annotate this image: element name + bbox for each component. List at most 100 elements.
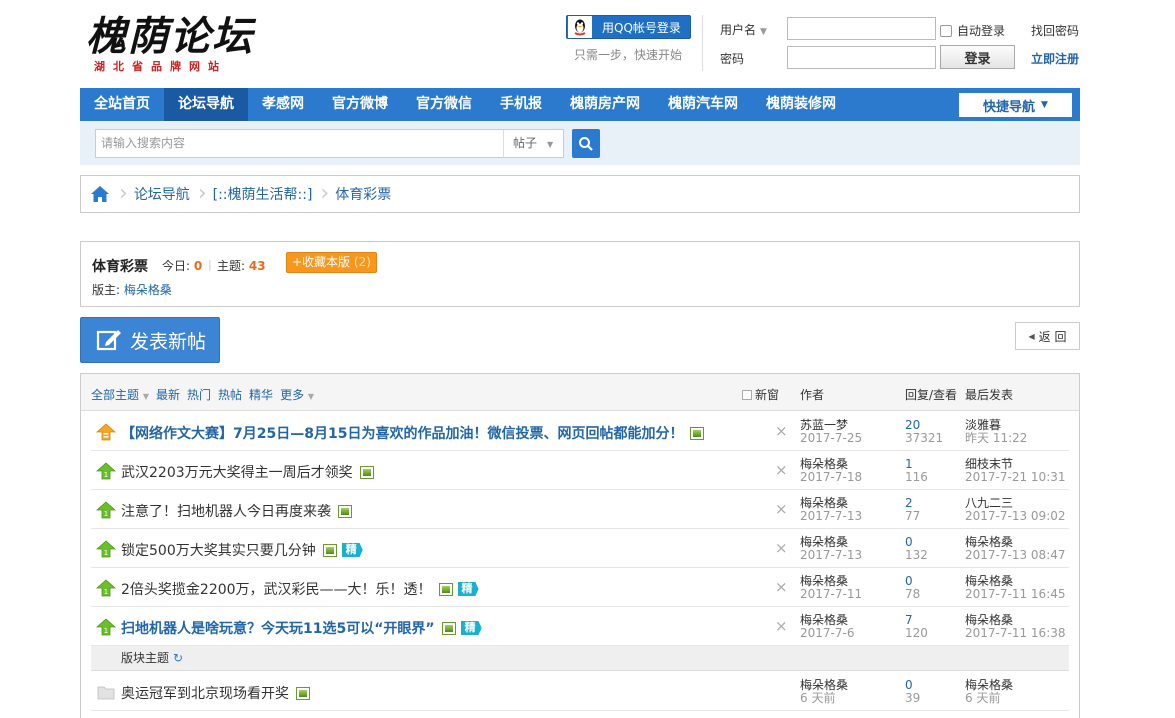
author-link[interactable]: 梅朵格桑: [800, 613, 848, 627]
breadcrumb-forum-nav[interactable]: 论坛导航: [134, 184, 190, 204]
back-button[interactable]: ◀ 返 回: [1015, 322, 1080, 350]
filter-more[interactable]: 更多 ▼: [280, 386, 314, 403]
thread-title-text[interactable]: 注意了！扫地机器人今日再度来袭: [121, 501, 331, 521]
breadcrumb-life-help[interactable]: [::槐荫生活帮::]: [213, 184, 313, 204]
thread-title[interactable]: 注意了！扫地机器人今日再度来袭: [121, 501, 352, 521]
table-row[interactable]: 奥运冠军到北京现场看开奖 梅朵格桑 6 天前 0 39 梅朵格桑 6 天前: [91, 672, 1069, 711]
thread-title[interactable]: 奥运冠军到北京现场看开奖: [121, 683, 310, 703]
author-link[interactable]: 梅朵格桑: [800, 574, 848, 588]
author-link[interactable]: 苏蓝一梦: [800, 418, 848, 432]
thread-title[interactable]: 【网络作文大赛】7月25日—8月15日为喜欢的作品加油！微信投票、网页回帖都能加…: [121, 423, 705, 443]
thread-title-text[interactable]: 锁定500万大奖其实只要几分钟: [121, 540, 316, 560]
nav-item-decor[interactable]: 槐荫装修网: [752, 88, 850, 121]
filter-hot-posts[interactable]: 热帖: [218, 386, 242, 403]
find-password-link[interactable]: 找回密码: [1031, 22, 1079, 39]
quick-nav-label: 快捷导航: [983, 99, 1036, 115]
last-user-link[interactable]: 梅朵格桑: [965, 535, 1013, 549]
search-button[interactable]: [572, 129, 600, 158]
table-row[interactable]: 【网络作文大赛】7月25日—8月15日为喜欢的作品加油！微信投票、网页回帖都能加…: [91, 412, 1069, 451]
filter-digest[interactable]: 精华: [249, 386, 273, 403]
thread-title-text[interactable]: 武汉2203万元大奖得主一周后才领奖: [121, 462, 353, 482]
thread-title[interactable]: 2倍头奖揽金2200万，武汉彩民——大！乐！透！ 精: [121, 579, 479, 599]
last-user-link[interactable]: 梅朵格桑: [965, 678, 1013, 692]
refresh-icon[interactable]: ↻: [173, 651, 183, 665]
breadcrumb-sports-lottery[interactable]: 体育彩票: [335, 184, 391, 204]
site-logo[interactable]: 槐荫论坛 湖北省品牌网站: [86, 12, 266, 78]
close-icon[interactable]: ×: [775, 500, 788, 518]
favorite-forum-button[interactable]: +收藏本版 (2): [286, 252, 377, 273]
filter-latest[interactable]: 最新: [156, 386, 180, 403]
nav-item-forum-nav[interactable]: 论坛导航: [164, 88, 248, 121]
svg-text:1: 1: [104, 510, 108, 518]
thread-title-text[interactable]: 奥运冠军到北京现场看开奖: [121, 683, 289, 703]
author-link[interactable]: 梅朵格桑: [800, 457, 848, 471]
checkbox-box[interactable]: [742, 389, 752, 400]
home-icon[interactable]: [81, 176, 119, 212]
close-icon[interactable]: ×: [775, 422, 788, 440]
nav-item-house[interactable]: 槐荫房产网: [556, 88, 654, 121]
search-type-select[interactable]: 帖子 ▼: [503, 129, 564, 158]
thread-title-text[interactable]: 2倍头奖揽金2200万，武汉彩民——大！乐！透！: [121, 579, 432, 599]
reply-count: 1: [905, 457, 913, 471]
table-row[interactable]: 1 2倍头奖揽金2200万，武汉彩民——大！乐！透！精 × 梅朵格桑 2017-7…: [91, 568, 1069, 607]
image-attachment-icon: [441, 621, 456, 635]
filter-hot[interactable]: 热门: [187, 386, 211, 403]
chevron-right-icon: ›: [320, 181, 330, 206]
nav-item-home[interactable]: 全站首页: [80, 88, 164, 121]
post-date: 2017-7-13: [800, 509, 863, 523]
thread-list-header: 全部主题 ▼ 最新 热门 热帖 精华 更多 ▼ 新窗 作者 回复/查看 最后发表: [81, 374, 1079, 411]
filter-more-label: 更多: [280, 388, 305, 402]
new-window-toggle[interactable]: 新窗: [742, 386, 779, 403]
filter-all[interactable]: 全部主题 ▼: [91, 386, 149, 403]
image-attachment-icon: [690, 426, 705, 440]
auto-login-checkbox[interactable]: 自动登录: [940, 22, 1005, 39]
username-input[interactable]: [787, 17, 936, 40]
last-user-link[interactable]: 细枝末节: [965, 457, 1013, 471]
quick-nav-button[interactable]: 快捷导航 ▼: [959, 93, 1072, 117]
chevron-down-icon: ▼: [307, 392, 315, 401]
chevron-down-icon: ▼: [547, 140, 554, 149]
author-link[interactable]: 梅朵格桑: [800, 496, 848, 510]
last-user-link[interactable]: 梅朵格桑: [965, 613, 1013, 627]
moderator-link[interactable]: 梅朵格桑: [124, 283, 172, 297]
close-icon[interactable]: ×: [775, 539, 788, 557]
username-label[interactable]: 用户名 ▼: [720, 21, 767, 38]
today-value: 0: [193, 259, 203, 273]
svg-text:1: 1: [104, 627, 108, 635]
register-link[interactable]: 立即注册: [1031, 50, 1079, 67]
close-icon[interactable]: ×: [775, 617, 788, 635]
nav-item-weibo[interactable]: 官方微博: [318, 88, 402, 121]
nav-item-xiaogan[interactable]: 孝感网: [248, 88, 318, 121]
svg-text:1: 1: [104, 549, 108, 557]
col-last-post: 最后发表: [965, 388, 1014, 402]
last-user-link[interactable]: 八九二三: [965, 496, 1013, 510]
nav-item-wechat[interactable]: 官方微信: [402, 88, 486, 121]
password-input[interactable]: [787, 46, 936, 69]
last-post: 淡雅暮 昨天 11:22: [965, 419, 1027, 445]
author-link[interactable]: 梅朵格桑: [800, 535, 848, 549]
nav-item-car[interactable]: 槐荫汽车网: [654, 88, 752, 121]
table-row[interactable]: 1 扫地机器人是啥玩意？今天玩11选5可以“开眼界” 精 × 梅朵格桑 2017-7…: [91, 607, 1069, 646]
thread-title-text[interactable]: 【网络作文大赛】7月25日—8月15日为喜欢的作品加油！微信投票、网页回帖都能加…: [121, 423, 683, 443]
last-user-link[interactable]: 梅朵格桑: [965, 574, 1013, 588]
thread-title[interactable]: 锁定500万大奖其实只要几分钟 精: [121, 540, 363, 560]
chevron-down-icon: ▼: [1041, 100, 1048, 110]
new-post-button[interactable]: 发表新帖: [80, 317, 220, 363]
thread-arrow-icon: 1: [96, 579, 116, 597]
nav-item-mobile[interactable]: 手机报: [486, 88, 556, 121]
thread-title-text[interactable]: 扫地机器人是啥玩意？今天玩11选5可以“开眼界”: [121, 618, 435, 638]
today-stat: 今日: 0: [162, 257, 202, 274]
author-link[interactable]: 梅朵格桑: [800, 678, 848, 692]
thread-title[interactable]: 扫地机器人是啥玩意？今天玩11选5可以“开眼界” 精: [121, 618, 482, 638]
thread-title[interactable]: 武汉2203万元大奖得主一周后才领奖: [121, 462, 374, 482]
last-user-link[interactable]: 淡雅暮: [965, 418, 1001, 432]
close-icon[interactable]: ×: [775, 461, 788, 479]
close-icon[interactable]: ×: [775, 578, 788, 596]
search-input[interactable]: 请输入搜索内容: [95, 129, 504, 158]
table-row[interactable]: 1 注意了！扫地机器人今日再度来袭 × 梅朵格桑 2017-7-13 2 77 八九…: [91, 490, 1069, 529]
login-button[interactable]: 登录: [940, 45, 1015, 69]
qq-login-button[interactable]: 用QQ帐号登录: [566, 15, 691, 39]
table-row[interactable]: 1 锁定500万大奖其实只要几分钟精 × 梅朵格桑 2017-7-13 0 132 …: [91, 529, 1069, 568]
table-row[interactable]: 1 武汉2203万元大奖得主一周后才领奖 × 梅朵格桑 2017-7-18 1 11…: [91, 451, 1069, 490]
checkbox-box[interactable]: [940, 24, 952, 37]
